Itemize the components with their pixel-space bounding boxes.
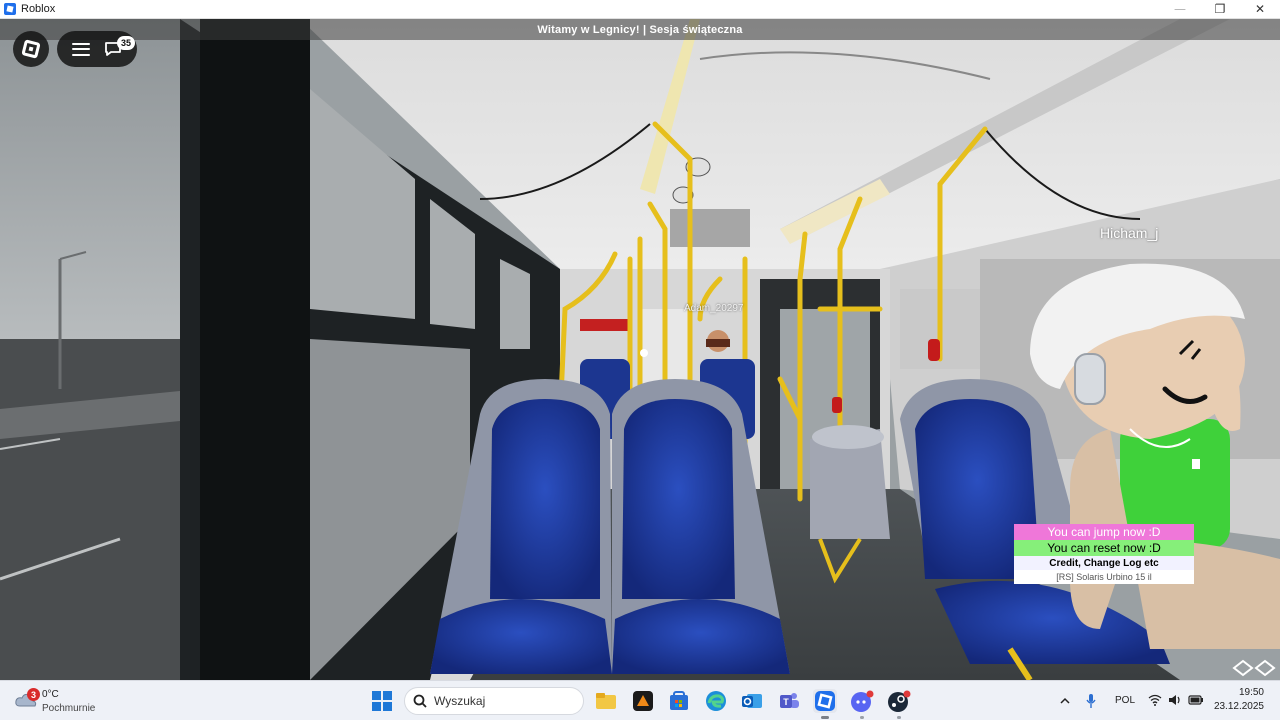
server-banner: Witamy w Legnicy! | Sesja świąteczna — [0, 19, 1280, 40]
keyboard-language[interactable]: POL — [1115, 695, 1135, 706]
reset-notice: You can reset now :D — [1014, 540, 1194, 556]
outlook-icon[interactable] — [740, 689, 764, 713]
windows-taskbar: 3 0°C Pochmurnie T POL — [0, 680, 1280, 720]
system-clock[interactable]: 19:50 23.12.2025 — [1214, 687, 1264, 712]
maximize-button[interactable]: ❐ — [1200, 0, 1240, 19]
file-explorer-icon[interactable] — [594, 689, 618, 713]
clock-time: 19:50 — [1238, 687, 1264, 698]
hamburger-menu-icon[interactable] — [72, 42, 90, 56]
crosshair-dot — [640, 349, 648, 357]
close-button[interactable]: ✕ — [1240, 0, 1280, 19]
roblox-app-icon — [4, 3, 16, 15]
minimize-button[interactable]: — — [1160, 0, 1200, 19]
edge-browser-icon[interactable] — [704, 689, 728, 713]
store-icon[interactable] — [667, 689, 691, 713]
start-windows-icon[interactable] — [372, 691, 392, 711]
bus-model-label: [RS] Solaris Urbino 15 il — [1014, 570, 1194, 584]
window-controls: — ❐ ✕ — [1160, 0, 1280, 19]
player-name-tag: Adam_20297 — [684, 303, 744, 314]
wifi-icon[interactable] — [1148, 694, 1162, 706]
roblox-logo-icon — [21, 39, 41, 59]
steam-icon[interactable] — [887, 689, 911, 719]
blender-like-app-icon[interactable] — [631, 689, 655, 713]
weather-temperature: 0°C — [42, 689, 59, 700]
vr-glasses-icon[interactable] — [1232, 659, 1276, 677]
tray-overflow-chevron-icon[interactable] — [1060, 696, 1070, 706]
teams-icon[interactable]: T — [777, 689, 801, 713]
game-viewport[interactable]: Witamy w Legnicy! | Sesja świąteczna 35 … — [0, 19, 1280, 680]
search-icon — [413, 694, 427, 708]
taskbar-search[interactable] — [404, 687, 584, 715]
discord-icon[interactable] — [850, 689, 874, 719]
search-input[interactable] — [434, 694, 564, 708]
info-panel: You can jump now :D You can reset now :D… — [1014, 524, 1194, 584]
window-title: Roblox — [21, 3, 56, 15]
weather-condition: Pochmurnie — [42, 703, 96, 714]
battery-icon[interactable] — [1188, 694, 1204, 706]
roblox-taskbar-icon[interactable] — [813, 689, 837, 719]
player-name-tag: Hicham_j — [1100, 225, 1159, 241]
window-titlebar: Roblox — ❐ ✕ — [0, 0, 1280, 19]
svg-text:T: T — [783, 697, 789, 707]
microphone-icon[interactable] — [1086, 693, 1096, 709]
roblox-menu-button[interactable] — [13, 31, 49, 67]
weather-alert-badge: 3 — [27, 688, 40, 701]
weather-widget[interactable]: 3 0°C Pochmurnie — [14, 686, 124, 716]
chat-unread-badge: 35 — [117, 36, 135, 50]
credit-changelog-button[interactable]: Credit, Change Log etc — [1014, 556, 1194, 570]
jump-notice: You can jump now :D — [1014, 524, 1194, 540]
volume-icon[interactable] — [1168, 694, 1182, 706]
clock-date: 23.12.2025 — [1213, 701, 1264, 712]
